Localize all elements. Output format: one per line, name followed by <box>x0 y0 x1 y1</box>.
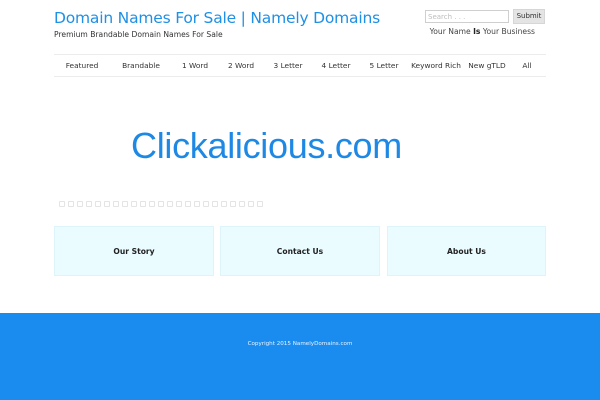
main-nav: Featured Brandable 1 Word 2 Word 3 Lette… <box>54 54 546 77</box>
nav-item-3-letter[interactable]: 3 Letter <box>274 61 303 70</box>
slider-dot[interactable] <box>95 201 101 207</box>
nav-item-all[interactable]: All <box>522 61 531 70</box>
box-label: Our Story <box>113 246 155 256</box>
box-label: About Us <box>447 246 486 256</box>
slider-dot[interactable] <box>230 201 236 207</box>
slider-dot[interactable] <box>158 201 164 207</box>
nav-item-5-letter[interactable]: 5 Letter <box>370 61 399 70</box>
slider-dot[interactable] <box>248 201 254 207</box>
nav-item-featured[interactable]: Featured <box>66 61 99 70</box>
slider-dot[interactable] <box>122 201 128 207</box>
slider-dot[interactable] <box>194 201 200 207</box>
box-our-story[interactable]: Our Story <box>54 226 214 276</box>
slider-dot[interactable] <box>257 201 263 207</box>
nav-item-new-gtld[interactable]: New gTLD <box>468 61 505 70</box>
site-footer: Copyright 2015 NamelyDomains.com <box>0 313 600 400</box>
box-about-us[interactable]: About Us <box>387 226 546 276</box>
search-input[interactable] <box>425 10 509 23</box>
site-tagline: Premium Brandable Domain Names For Sale <box>54 30 223 39</box>
nav-item-keyword-rich[interactable]: Keyword Rich <box>411 61 461 70</box>
slider-dot[interactable] <box>176 201 182 207</box>
slider-dot[interactable] <box>221 201 227 207</box>
nav-item-brandable[interactable]: Brandable <box>122 61 160 70</box>
slider-dot[interactable] <box>59 201 65 207</box>
slogan-part1: Your Name <box>429 27 474 36</box>
slider-dot[interactable] <box>140 201 146 207</box>
nav-item-4-letter[interactable]: 4 Letter <box>322 61 351 70</box>
slogan: Your Name Is Your Business <box>430 27 535 36</box>
slider-dot[interactable] <box>113 201 119 207</box>
copyright-text: Copyright 2015 NamelyDomains.com <box>247 341 353 347</box>
slider-dot[interactable] <box>203 201 209 207</box>
nav-item-1-word[interactable]: 1 Word <box>182 61 208 70</box>
slider-dot[interactable] <box>185 201 191 207</box>
slider-dot[interactable] <box>131 201 137 207</box>
slider-dot[interactable] <box>239 201 245 207</box>
slider-dot[interactable] <box>86 201 92 207</box>
slider-dot[interactable] <box>167 201 173 207</box>
slider-dot[interactable] <box>149 201 155 207</box>
slider-dot[interactable] <box>104 201 110 207</box>
box-label: Contact Us <box>276 246 324 256</box>
hero-domain-name: Clickalicious.com <box>131 125 402 166</box>
slogan-part2: Your Business <box>480 27 535 36</box>
slider-dot[interactable] <box>77 201 83 207</box>
submit-button[interactable]: Submit <box>513 9 545 24</box>
slider-dot[interactable] <box>68 201 74 207</box>
slider-dot[interactable] <box>212 201 218 207</box>
feature-boxes: Our Story Contact Us About Us <box>54 226 546 276</box>
site-title[interactable]: Domain Names For Sale | Namely Domains <box>54 9 380 27</box>
slider-dots <box>59 201 263 207</box>
box-contact-us[interactable]: Contact Us <box>220 226 380 276</box>
nav-item-2-word[interactable]: 2 Word <box>228 61 254 70</box>
